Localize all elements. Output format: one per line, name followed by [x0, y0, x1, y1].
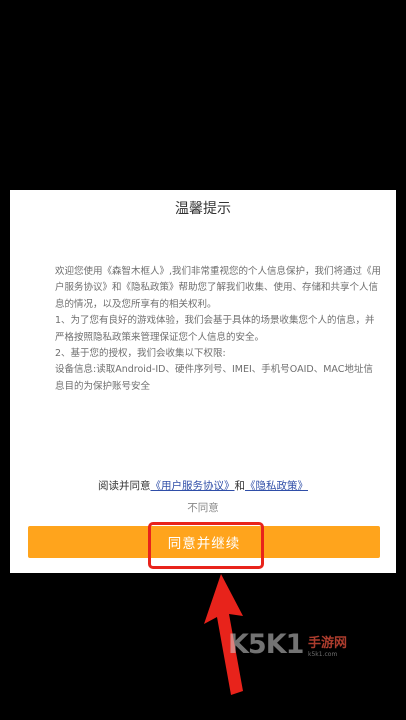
privacy-policy-link[interactable]: 《隐私政策》	[245, 480, 308, 492]
body-paragraph: 设备信息:读取Android-ID、硬件序列号、IMEI、手机号OAID、MAC…	[55, 364, 373, 392]
watermark-logo: K5K1 手游网 k5k1.com	[228, 629, 378, 669]
watermark-cn-text: 手游网	[308, 636, 348, 651]
consent-conjunction: 和	[234, 480, 246, 492]
screen: 温馨提示 欢迎您使用《森智木框人》,我们非常重视您的个人信息保护，我们将通过《用…	[0, 0, 406, 720]
body-paragraph: 2、基于您的授权，我们会收集以下权限:	[55, 348, 226, 360]
watermark-logo-text: K5K1	[228, 629, 304, 660]
dialog-body: 欢迎您使用《森智木框人》,我们非常重视您的个人信息保护，我们将通过《用户服务协议…	[55, 264, 382, 395]
highlight-box	[148, 522, 264, 569]
consent-prefix: 阅读并同意	[98, 480, 151, 492]
user-agreement-link[interactable]: 《用户服务协议》	[151, 480, 235, 492]
body-paragraph: 欢迎您使用《森智木框人》,我们非常重视您的个人信息保护，我们将通过《用户服务协议…	[55, 266, 382, 310]
disagree-button[interactable]: 不同意	[10, 500, 396, 515]
privacy-dialog: 温馨提示 欢迎您使用《森智木框人》,我们非常重视您的个人信息保护，我们将通过《用…	[10, 190, 396, 573]
consent-line: 阅读并同意《用户服务协议》和《隐私政策》	[10, 478, 396, 493]
dialog-title: 温馨提示	[175, 201, 231, 217]
watermark-en-text: k5k1.com	[308, 651, 338, 658]
body-paragraph: 1、为了您有良好的游戏体验，我们会基于具体的场景收集您个人的信息，并严格按照隐私…	[55, 315, 375, 343]
